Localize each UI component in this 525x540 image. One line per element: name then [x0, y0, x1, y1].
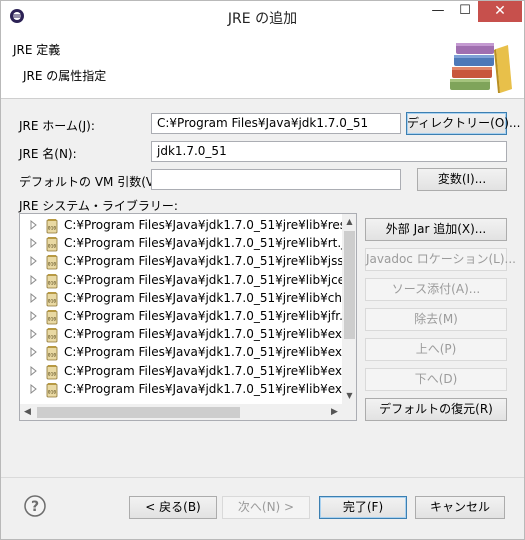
- library-books-icon: [450, 43, 512, 93]
- svg-text:010: 010: [48, 298, 56, 304]
- library-list-item[interactable]: 010 C:¥Program Files¥Java¥jdk1.7.0_51¥jre…: [20, 326, 347, 344]
- library-path: C:¥Program Files¥Java¥jdk1.7.0_51¥jre¥li…: [64, 290, 350, 305]
- svg-text:010: 010: [48, 280, 56, 286]
- restore-default-button[interactable]: デフォルトの復元(R): [365, 398, 507, 421]
- library-path: C:¥Program Files¥Java¥jdk1.7.0_51¥jre¥li…: [64, 254, 351, 269]
- libraries-label: JRE システム・ライブラリー:: [19, 199, 178, 213]
- library-path: C:¥Program Files¥Java¥jdk1.7.0_51¥jre¥li…: [64, 272, 346, 287]
- expand-arrow-icon[interactable]: [30, 329, 38, 340]
- header-title: JRE 定義: [13, 43, 61, 57]
- close-button[interactable]: ✕: [478, 1, 522, 22]
- vm-args-field[interactable]: [151, 169, 401, 190]
- remove-button[interactable]: 除去(M): [365, 308, 507, 331]
- svg-text:010: 010: [48, 335, 56, 341]
- svg-text:010: 010: [48, 262, 56, 268]
- expand-arrow-icon[interactable]: [30, 274, 38, 285]
- library-path: C:¥Program Files¥Java¥jdk1.7.0_51¥jre¥li…: [64, 236, 345, 251]
- library-list-item[interactable]: 010 C:¥Program Files¥Java¥jdk1.7.0_51¥jre…: [20, 363, 347, 381]
- title-bar[interactable]: JRE の追加 — ☐ ✕: [1, 1, 524, 31]
- source-attachment-button[interactable]: ソース添付(A)...: [365, 278, 507, 301]
- jre-home-field[interactable]: C:¥Program Files¥Java¥jdk1.7.0_51: [151, 113, 401, 134]
- jar-icon: 010: [46, 328, 58, 343]
- minimize-button[interactable]: —: [425, 1, 451, 22]
- jre-home-label: JRE ホーム(J):: [19, 119, 95, 133]
- scroll-left-icon[interactable]: ◀: [20, 404, 35, 420]
- back-button[interactable]: < 戻る(B): [129, 496, 217, 519]
- directory-button[interactable]: ディレクトリー(O)...: [406, 112, 520, 135]
- library-path: C:¥Program Files¥Java¥jdk1.7.0_51¥jre¥li…: [64, 345, 347, 360]
- library-list[interactable]: 010 C:¥Program Files¥Java¥jdk1.7.0_51¥jre…: [19, 213, 357, 421]
- expand-arrow-icon[interactable]: [30, 383, 38, 394]
- library-path: C:¥Program Files¥Java¥jdk1.7.0_51¥jre¥li…: [64, 381, 347, 396]
- expand-arrow-icon[interactable]: [30, 292, 38, 303]
- wizard-header: JRE 定義 JRE の属性指定: [1, 31, 524, 99]
- expand-arrow-icon[interactable]: [30, 220, 38, 230]
- library-path: C:¥Program Files¥Java¥jdk1.7.0_51¥jre¥li…: [64, 327, 347, 342]
- footer-separator: [1, 477, 524, 478]
- jre-name-field[interactable]: jdk1.7.0_51: [151, 141, 507, 162]
- up-button[interactable]: 上へ(P): [365, 338, 507, 361]
- horizontal-scroll-thumb[interactable]: [37, 407, 240, 418]
- scroll-right-icon[interactable]: ▶: [327, 404, 342, 420]
- javadoc-location-button[interactable]: Javadoc ロケーション(L)...: [365, 248, 516, 271]
- jar-icon: 010: [46, 255, 58, 270]
- library-list-item[interactable]: 010 C:¥Program Files¥Java¥jdk1.7.0_51¥jre…: [20, 344, 347, 362]
- help-icon[interactable]: ?: [24, 495, 46, 517]
- library-list-item[interactable]: 010 C:¥Program Files¥Java¥jdk1.7.0_51¥jre…: [20, 290, 349, 308]
- svg-text:010: 010: [48, 353, 56, 359]
- expand-arrow-icon[interactable]: [30, 365, 38, 376]
- library-path: C:¥Program Files¥Java¥jdk1.7.0_51¥jre¥li…: [64, 309, 347, 323]
- add-external-jar-button[interactable]: 外部 Jar 追加(X)...: [365, 218, 507, 241]
- horizontal-scrollbar[interactable]: ◀ ▶: [20, 404, 342, 420]
- add-jre-dialog: JRE の追加 — ☐ ✕ JRE 定義 JRE の属性指定 JRE ホーム(J…: [0, 0, 525, 540]
- header-description: JRE の属性指定: [23, 69, 107, 83]
- expand-arrow-icon[interactable]: [30, 256, 38, 267]
- jar-icon: 010: [46, 291, 58, 307]
- down-button[interactable]: 下へ(D): [365, 368, 507, 391]
- expand-arrow-icon[interactable]: [30, 238, 38, 249]
- jar-icon: 010: [46, 346, 58, 361]
- scroll-down-icon[interactable]: ▼: [342, 388, 356, 404]
- vm-args-label: デフォルトの VM 引数(V):: [19, 175, 163, 189]
- svg-text:010: 010: [48, 244, 56, 250]
- jre-name-label: JRE 名(N):: [19, 147, 77, 161]
- jar-icon: 010: [46, 310, 58, 325]
- library-list-item[interactable]: 010 C:¥Program Files¥Java¥jdk1.7.0_51¥jre…: [20, 253, 351, 271]
- jar-icon: 010: [46, 364, 58, 379]
- library-list-item[interactable]: 010 C:¥Program Files¥Java¥jdk1.7.0_51¥jre…: [20, 272, 346, 290]
- next-button[interactable]: 次へ(N) >: [222, 496, 310, 519]
- svg-text:?: ?: [31, 499, 39, 515]
- variables-button[interactable]: 変数(I)...: [417, 168, 507, 191]
- jar-icon: 010: [46, 382, 58, 398]
- library-path: C:¥Program Files¥Java¥jdk1.7.0_51¥jre¥li…: [64, 218, 347, 232]
- svg-text:010: 010: [48, 389, 56, 395]
- jar-icon: 010: [46, 237, 58, 252]
- library-list-item[interactable]: 010 C:¥Program Files¥Java¥jdk1.7.0_51¥jre…: [20, 217, 346, 235]
- library-path: C:¥Program Files¥Java¥jdk1.7.0_51¥jre¥li…: [64, 363, 347, 378]
- library-list-item[interactable]: 010 C:¥Program Files¥Java¥jdk1.7.0_51¥jre…: [20, 235, 345, 253]
- library-list-item[interactable]: 010 C:¥Program Files¥Java¥jdk1.7.0_51¥jre…: [20, 308, 346, 326]
- svg-text:010: 010: [48, 371, 56, 377]
- jar-icon: 010: [46, 219, 58, 234]
- finish-button[interactable]: 完了(F): [319, 496, 407, 519]
- expand-arrow-icon[interactable]: [30, 311, 38, 321]
- scroll-corner: [342, 404, 356, 420]
- jar-icon: 010: [46, 273, 58, 288]
- library-list-item[interactable]: 010 C:¥Program Files¥Java¥jdk1.7.0_51¥jre…: [20, 381, 347, 399]
- expand-arrow-icon[interactable]: [30, 347, 38, 358]
- maximize-button[interactable]: ☐: [452, 1, 478, 22]
- svg-text:010: 010: [48, 226, 56, 232]
- vertical-scroll-thumb[interactable]: [344, 231, 355, 339]
- vertical-scrollbar[interactable]: ▲ ▼: [342, 214, 356, 404]
- scroll-up-icon[interactable]: ▲: [342, 214, 356, 230]
- svg-text:010: 010: [48, 317, 56, 323]
- cancel-button[interactable]: キャンセル: [415, 496, 505, 519]
